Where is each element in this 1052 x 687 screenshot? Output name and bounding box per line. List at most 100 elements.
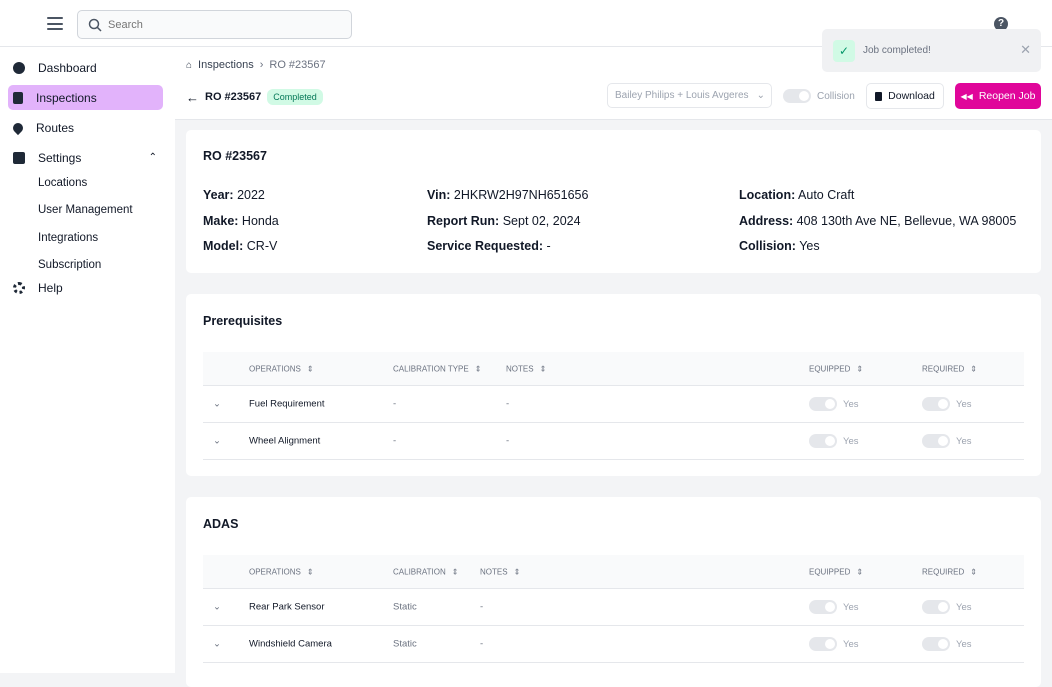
back-arrow-icon[interactable]: ← [186, 90, 199, 105]
search-input[interactable] [108, 18, 328, 31]
menu-icon[interactable] [47, 17, 63, 30]
sidebar-item-dashboard[interactable]: Dashboard [8, 55, 163, 80]
search-box[interactable] [77, 10, 352, 39]
shopping-bag-icon [13, 151, 25, 164]
column-header[interactable]: Calibration Type ⇕ [393, 364, 481, 373]
expand-chevron-icon[interactable]: ⌄ [213, 602, 221, 613]
equipped-cell: Yes [809, 637, 859, 651]
sidebar-item-routes[interactable]: Routes [8, 115, 163, 140]
file-icon [875, 91, 883, 101]
column-header[interactable]: Calibration ⇕ [393, 567, 458, 576]
reopen-label: Reopen Job [978, 90, 1036, 102]
equipped-toggle[interactable] [809, 397, 837, 411]
breadcrumb: ⌂ Inspections › RO #23567 [186, 59, 326, 71]
equipped-cell: Yes [809, 397, 859, 411]
chevron-right-icon: › [259, 59, 264, 71]
column-header[interactable]: Equipped ⇕ [809, 364, 863, 373]
collision-toggle-group: Collision [783, 89, 855, 103]
chevron-up-icon[interactable]: ⌃ [149, 152, 157, 163]
sidebar: Dashboard Inspections Routes Settings ⌃ L… [0, 47, 175, 673]
equipped-cell: Yes [809, 434, 859, 448]
expand-chevron-icon[interactable]: ⌄ [213, 436, 221, 447]
operation-cell: Rear Park Sensor [249, 601, 325, 613]
column-header[interactable]: Notes ⇕ [506, 364, 546, 373]
details-col-2: Vin: 2HKRW2H97NH651656 Report Run: Sept … [427, 183, 588, 260]
collision-label: Collision [817, 90, 855, 102]
operation-cell: Wheel Alignment [249, 435, 321, 447]
operation-cell: Windshield Camera [249, 638, 332, 650]
notes-cell: - [480, 638, 484, 650]
sort-icon: ⇕ [539, 364, 547, 373]
breadcrumb-inspections[interactable]: Inspections [198, 59, 254, 71]
calibration-cell: - [393, 398, 397, 410]
sort-icon: ⇕ [856, 567, 864, 576]
map-pin-icon [10, 120, 26, 135]
sidebar-subitem-locations[interactable]: Locations [38, 177, 87, 189]
sort-icon: ⇕ [856, 364, 864, 373]
calibration-cell: Static [393, 601, 417, 613]
document-icon [13, 91, 23, 104]
sort-icon: ⇕ [970, 364, 977, 373]
equipped-toggle[interactable] [809, 434, 837, 448]
column-header[interactable]: Operations ⇕ [249, 364, 314, 373]
column-header[interactable]: Required ⇕ [922, 364, 977, 373]
sidebar-subitem-integrations[interactable]: Integrations [38, 232, 98, 244]
expand-chevron-icon[interactable]: ⌄ [213, 399, 221, 410]
lifebuoy-icon [13, 281, 25, 294]
rewind-icon: ◀◀ [960, 91, 973, 101]
home-icon[interactable]: ⌂ [186, 60, 192, 71]
toast-message: Job completed! [863, 45, 931, 56]
column-header[interactable]: Required ⇕ [922, 567, 977, 576]
required-cell: Yes [922, 637, 972, 651]
sort-icon: ⇕ [474, 364, 482, 373]
detail-make: Make: Honda [203, 213, 279, 228]
detail-address: Address: 408 130th Ave NE, Bellevue, WA … [739, 213, 1017, 228]
sort-icon: ⇕ [513, 567, 521, 576]
sidebar-item-inspections[interactable]: Inspections [8, 85, 163, 110]
technician-select[interactable]: Bailey Philips + Louis Avgeres ⌄ [607, 83, 772, 108]
required-cell: Yes [922, 434, 972, 448]
sort-icon: ⇕ [306, 364, 314, 373]
table-header: Operations ⇕ Calibration ⇕ Notes ⇕ Equipped ⇕ Re… [203, 555, 1024, 589]
required-toggle[interactable] [922, 637, 950, 651]
column-header[interactable]: Notes ⇕ [480, 567, 520, 576]
details-col-1: Year: 2022 Make: Honda Model: CR-V [203, 183, 279, 260]
detail-vin: Vin: 2HKRW2H97NH651656 [427, 188, 589, 202]
detail-collision: Collision: Yes [739, 239, 820, 253]
sidebar-subitem-user-management[interactable]: User Management [38, 204, 133, 216]
sidebar-item-label: Routes [36, 120, 75, 135]
detail-location: Location: Auto Craft [739, 188, 855, 202]
sidebar-item-label: Settings [38, 150, 82, 165]
details-col-3: Location: Auto Craft Address: 408 130th … [739, 183, 1016, 260]
table-row: ⌄ Windshield Camera Static - Yes Yes [203, 626, 1024, 663]
sidebar-item-label: Help [38, 280, 63, 295]
required-toggle[interactable] [922, 600, 950, 614]
sidebar-item-help[interactable]: Help [8, 275, 163, 300]
equipped-cell: Yes [809, 600, 859, 614]
close-icon[interactable]: ✕ [1020, 42, 1031, 58]
required-toggle[interactable] [922, 397, 950, 411]
required-cell: Yes [922, 600, 972, 614]
adas-card: ADAS Operations ⇕ Calibration ⇕ Notes ⇕ Equipp… [186, 497, 1041, 687]
expand-chevron-icon[interactable]: ⌄ [213, 639, 221, 650]
download-button[interactable]: Download [866, 83, 944, 109]
column-header[interactable]: Equipped ⇕ [809, 567, 863, 576]
operation-cell: Fuel Requirement [249, 398, 325, 410]
table-row: ⌄ Wheel Alignment - - Yes Yes [203, 423, 1024, 460]
breadcrumb-current: RO #23567 [269, 59, 326, 71]
status-badge: Completed [267, 89, 323, 105]
equipped-toggle[interactable] [809, 600, 837, 614]
required-toggle[interactable] [922, 434, 950, 448]
reopen-job-button[interactable]: ◀◀ Reopen Job [955, 83, 1041, 109]
download-label: Download [888, 90, 935, 102]
chevron-down-icon: ⌄ [756, 90, 765, 101]
adas-table: Operations ⇕ Calibration ⇕ Notes ⇕ Equipped ⇕ Re… [203, 555, 1024, 663]
sidebar-subitem-subscription[interactable]: Subscription [38, 259, 101, 271]
sidebar-item-settings[interactable]: Settings ⌃ [8, 145, 163, 170]
collision-toggle[interactable] [783, 89, 811, 103]
details-card: RO #23567 Year: 2022 Make: Honda Model: … [186, 130, 1041, 273]
column-header[interactable]: Operations ⇕ [249, 567, 314, 576]
equipped-toggle[interactable] [809, 637, 837, 651]
sort-icon: ⇕ [451, 567, 459, 576]
prerequisites-card: Prerequisites Operations ⇕ Calibration Typ… [186, 294, 1041, 476]
